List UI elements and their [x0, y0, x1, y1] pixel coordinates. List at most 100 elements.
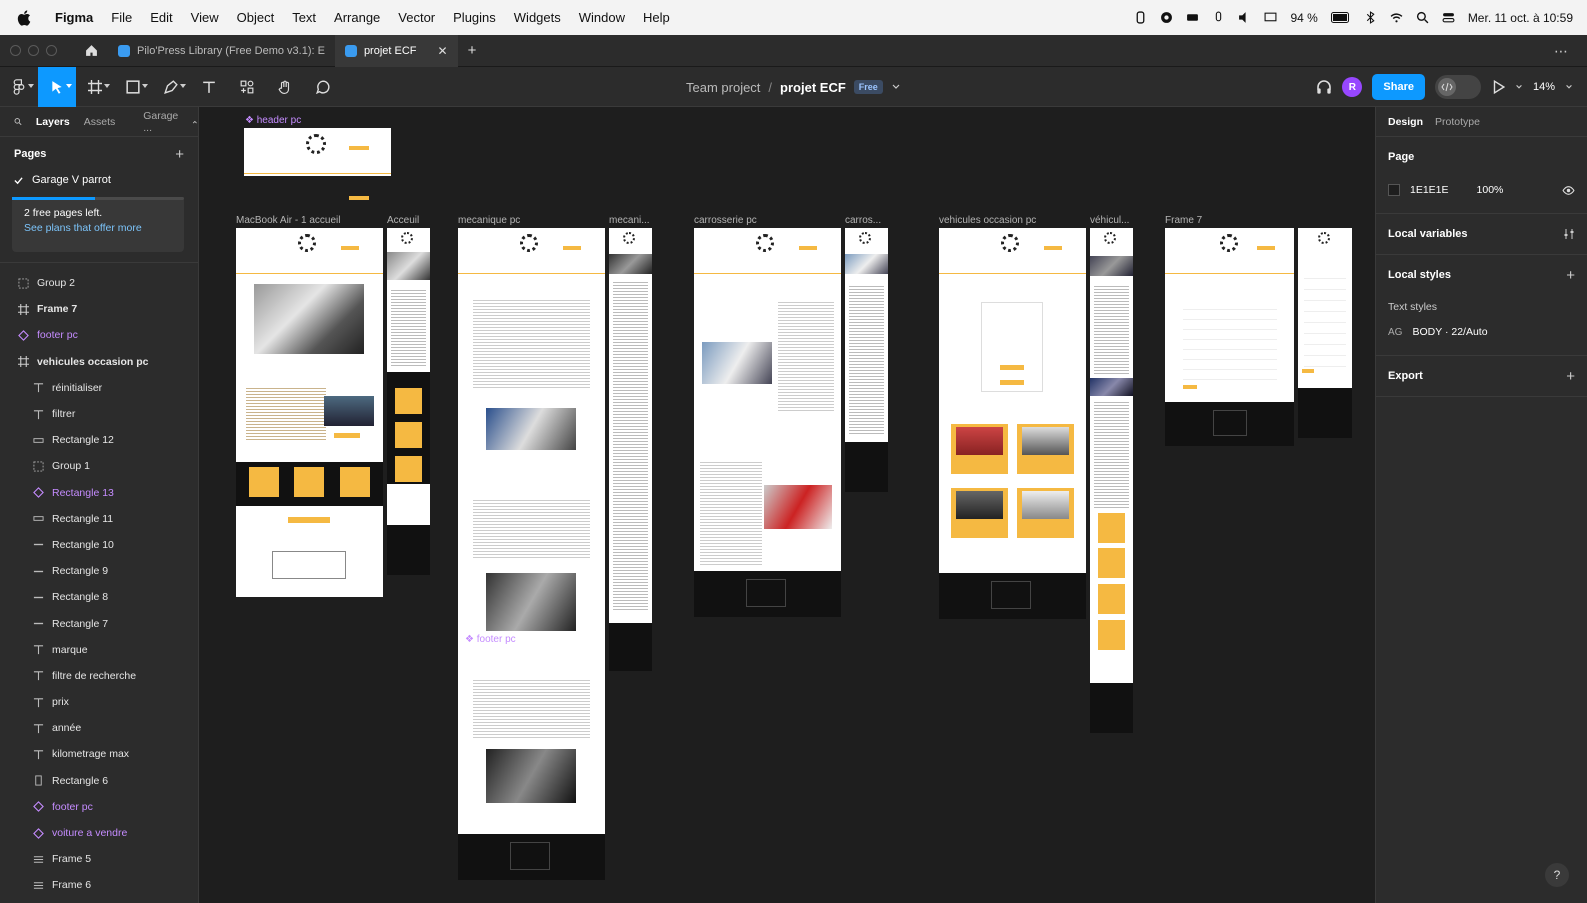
background-opacity-input[interactable]: 100% [1477, 184, 1504, 196]
layer-row[interactable]: prix [0, 689, 198, 715]
frame-7-mobile[interactable] [1298, 228, 1352, 388]
layer-row[interactable]: filtre de recherche [0, 663, 198, 689]
menu-edit[interactable]: Edit [141, 10, 181, 25]
close-tab-icon[interactable]: ✕ [438, 44, 448, 58]
layer-row[interactable]: année [0, 715, 198, 741]
resources-tool[interactable] [228, 67, 266, 107]
vehicules-footer[interactable] [939, 573, 1086, 619]
acceuil-mobile-footer[interactable] [387, 525, 430, 575]
variables-settings-icon[interactable] [1563, 228, 1575, 240]
chevron-up-icon[interactable] [192, 118, 198, 126]
mecanique-mobile-frame[interactable] [609, 228, 652, 623]
layer-row[interactable]: Rectangle 6 [0, 768, 198, 794]
layer-row[interactable]: Group 2 [0, 270, 198, 296]
zoom-window-button[interactable] [46, 45, 57, 56]
chevron-down-icon[interactable] [891, 82, 901, 92]
header-pc-frame[interactable] [244, 128, 391, 176]
layer-row[interactable]: Rectangle 13 [0, 480, 198, 506]
macbook-accueil-frame[interactable] [236, 228, 383, 597]
tab-projet-ecf[interactable]: projet ECF ✕ [334, 34, 458, 67]
help-button[interactable]: ? [1545, 863, 1569, 887]
bluetooth-icon[interactable] [1364, 11, 1377, 24]
menu-widgets[interactable]: Widgets [505, 10, 570, 25]
frame-label-frame7[interactable]: Frame 7 [1165, 215, 1202, 226]
control-center-icon[interactable] [1442, 11, 1455, 24]
clock[interactable]: Mer. 11 oct. à 10:59 [1468, 11, 1573, 25]
frame-7[interactable] [1165, 228, 1294, 402]
display-icon[interactable] [1264, 11, 1277, 24]
mic-icon[interactable] [1212, 11, 1225, 24]
carrosserie-mobile-footer[interactable] [845, 442, 888, 492]
sync-icon[interactable] [1160, 11, 1173, 24]
frame-7-mobile-footer[interactable] [1298, 388, 1352, 438]
menu-help[interactable]: Help [634, 10, 679, 25]
frame-label-mecani[interactable]: mecani... [609, 215, 650, 226]
tab-prototype[interactable]: Prototype [1435, 116, 1480, 128]
add-page-icon[interactable]: + [175, 146, 184, 163]
keyboard-icon[interactable] [1186, 11, 1199, 24]
text-tool[interactable] [190, 67, 228, 107]
menu-vector[interactable]: Vector [389, 10, 444, 25]
frame-label-carrosserie[interactable]: carrosserie pc [694, 215, 757, 226]
vehicules-mobile-frame[interactable] [1090, 228, 1133, 683]
page-item-current[interactable]: Garage V parrot [0, 171, 198, 189]
layer-row[interactable]: kilometrage max [0, 741, 198, 767]
shape-tool[interactable] [114, 67, 152, 107]
vehicules-mobile-footer[interactable] [1090, 683, 1133, 733]
close-window-button[interactable] [10, 45, 21, 56]
menu-file[interactable]: File [102, 10, 141, 25]
carrosserie-pc-frame[interactable] [694, 228, 841, 571]
layer-row[interactable]: Rectangle 8 [0, 584, 198, 610]
menu-object[interactable]: Object [228, 10, 284, 25]
menu-plugins[interactable]: Plugins [444, 10, 505, 25]
frame-label-footer[interactable]: ❖ footer pc [465, 634, 516, 645]
add-style-icon[interactable]: + [1566, 267, 1575, 284]
layer-row[interactable]: marque [0, 637, 198, 663]
zoom-level[interactable]: 14% [1533, 81, 1555, 93]
layer-row[interactable]: Rectangle 7 [0, 610, 198, 636]
home-tab[interactable] [75, 35, 108, 67]
background-color-swatch[interactable] [1388, 184, 1400, 196]
wifi-icon[interactable] [1390, 11, 1403, 24]
battery-icon[interactable] [1330, 12, 1351, 23]
menu-figma[interactable]: Figma [46, 10, 102, 25]
menu-view[interactable]: View [182, 10, 228, 25]
layer-row[interactable]: Rectangle 9 [0, 558, 198, 584]
text-style-item[interactable]: AG BODY · 22/Auto [1388, 319, 1575, 345]
figma-tray-icon[interactable] [1134, 11, 1147, 24]
layer-row[interactable]: Group 1 [0, 453, 198, 479]
frame-label-acceuil[interactable]: Acceuil [387, 215, 419, 226]
new-tab-button[interactable]: + [458, 35, 487, 67]
layer-row[interactable]: footer pc [0, 322, 198, 348]
carrosserie-mobile-frame[interactable] [845, 228, 888, 442]
present-play-icon[interactable] [1491, 80, 1505, 94]
see-plans-link[interactable]: See plans that offer more [24, 222, 172, 234]
dev-mode-toggle[interactable] [1434, 75, 1481, 99]
move-tool[interactable] [38, 67, 76, 107]
team-link[interactable]: Team project [686, 80, 760, 95]
background-hex-input[interactable]: 1E1E1E [1410, 184, 1449, 196]
layer-row[interactable]: Rectangle 12 [0, 427, 198, 453]
hand-tool[interactable] [266, 67, 304, 107]
menu-arrange[interactable]: Arrange [325, 10, 389, 25]
user-avatar[interactable]: R [1342, 77, 1363, 97]
tab-assets[interactable]: Assets [84, 116, 116, 128]
search-icon[interactable] [14, 116, 22, 127]
menu-window[interactable]: Window [570, 10, 634, 25]
frame-label-mecanique[interactable]: mecanique pc [458, 215, 520, 226]
mecanique-mobile-footer[interactable] [609, 623, 652, 671]
frame-7-footer[interactable] [1165, 402, 1294, 446]
loose-button-shape[interactable] [349, 196, 369, 200]
apple-icon[interactable] [16, 9, 34, 27]
share-button[interactable]: Share [1372, 74, 1425, 100]
layer-row[interactable]: footer pc [0, 794, 198, 820]
mecanique-pc-frame[interactable] [458, 228, 605, 834]
layer-row[interactable]: Rectangle 10 [0, 532, 198, 558]
add-export-icon[interactable]: + [1566, 368, 1575, 385]
more-options-icon[interactable]: ⋯ [1554, 43, 1569, 60]
frame-tool[interactable] [76, 67, 114, 107]
layer-row[interactable]: vehicules occasion pc [0, 349, 198, 375]
layer-row[interactable]: réinitialiser [0, 375, 198, 401]
frame-label-vehicules[interactable]: vehicules occasion pc [939, 215, 1036, 226]
minimize-window-button[interactable] [28, 45, 39, 56]
